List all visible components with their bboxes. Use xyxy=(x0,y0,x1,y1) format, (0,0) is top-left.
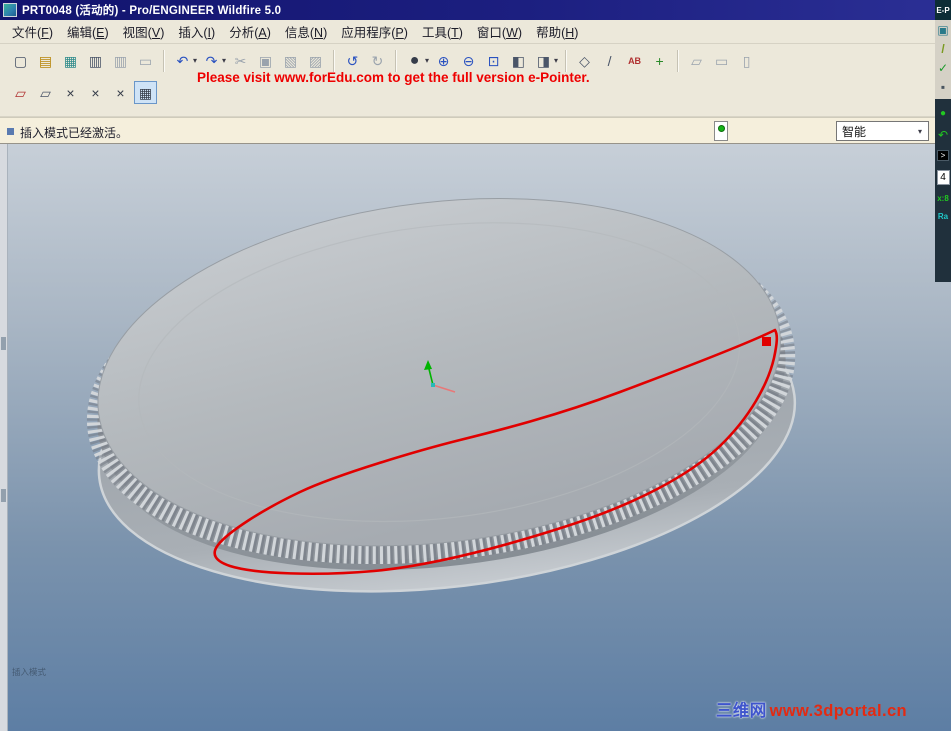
epointer-body: ● ↶ > 4 x:8 Ra xyxy=(935,99,951,282)
zoom-in-button[interactable]: ⊕ xyxy=(432,49,455,72)
undo-arrow-icon[interactable]: ↶ xyxy=(938,129,948,141)
chevron-down-icon[interactable]: ▾ xyxy=(554,56,558,65)
menu-file[interactable]: 文件(F) xyxy=(5,19,60,44)
datum-planes-toggle[interactable]: ◇ xyxy=(573,49,596,72)
toolbar-separator xyxy=(565,49,568,72)
regenerate-button[interactable]: ↺ xyxy=(341,49,364,72)
repaint-button[interactable]: ◧ xyxy=(507,49,530,72)
undo-button[interactable]: ↶ xyxy=(171,49,194,72)
app-icon xyxy=(3,3,17,17)
corner-trim-button[interactable]: × xyxy=(84,81,107,104)
rail-value-input[interactable]: 4 xyxy=(936,170,950,185)
sketch-plane-button[interactable]: ▱ xyxy=(9,81,32,104)
x-coordinate-label: x:8 xyxy=(937,194,949,203)
shading-mode-button[interactable]: ● xyxy=(403,49,426,72)
insert-mode-stamp: 插入模式 xyxy=(12,667,47,677)
chevron-down-icon[interactable]: ▾ xyxy=(193,56,197,65)
menu-analysis[interactable]: 分析(A) xyxy=(222,19,278,44)
open-button[interactable]: ▤ xyxy=(34,49,57,72)
datum-axes-toggle[interactable]: / xyxy=(598,49,621,72)
ra-label: Ra xyxy=(937,212,949,221)
check-icon[interactable]: ✓ xyxy=(938,62,948,74)
window-title: PRT0048 (活动的) - Pro/ENGINEER Wildfire 5.… xyxy=(22,5,282,17)
3d-viewport[interactable]: 插入模式 三维网 www.3dportal.cn xyxy=(8,144,951,731)
window-button-1[interactable]: ▱ xyxy=(685,49,708,72)
menu-tools[interactable]: 工具(T) xyxy=(415,19,470,44)
sketch-setup-button[interactable]: ▱ xyxy=(34,81,57,104)
left-edge-strip xyxy=(0,144,8,731)
cap-model-graphics xyxy=(71,162,812,627)
chevron-down-icon[interactable]: ▾ xyxy=(425,56,429,65)
spin-center-toggle[interactable]: + xyxy=(648,49,671,72)
cap-model[interactable] xyxy=(71,162,812,627)
window-button-3[interactable]: ▯ xyxy=(735,49,758,72)
green-light-icon xyxy=(718,125,725,132)
menu-edit[interactable]: 编辑(E) xyxy=(60,19,116,44)
site-watermark-name: 三维网 xyxy=(715,702,767,720)
menu-insert[interactable]: 插入(I) xyxy=(171,19,222,44)
print-button[interactable]: ▥ xyxy=(84,49,107,72)
redo-button[interactable]: ↷ xyxy=(200,49,223,72)
rail-tool-1[interactable]: ▣ xyxy=(937,24,948,36)
titlebar[interactable]: PRT0048 (活动的) - Pro/ENGINEER Wildfire 5.… xyxy=(0,0,951,20)
status-icon xyxy=(7,128,14,135)
menu-window[interactable]: 窗口(W) xyxy=(470,19,529,44)
window-button-2[interactable]: ▭ xyxy=(710,49,733,72)
rail-tool-4[interactable]: ▪ xyxy=(941,81,945,93)
refit-button[interactable]: ⊡ xyxy=(482,49,505,72)
annotations-toggle[interactable]: AB xyxy=(623,49,646,72)
toolbar-separator xyxy=(395,49,398,72)
toolbar-separator xyxy=(333,49,336,72)
chevron-down-icon[interactable]: ▾ xyxy=(918,127,926,136)
selection-filter-value: 智能 xyxy=(842,124,867,139)
delete-segment-button[interactable]: × xyxy=(59,81,82,104)
cut-button[interactable]: ✂ xyxy=(229,49,252,72)
chevron-down-icon[interactable]: ▾ xyxy=(222,56,226,65)
paste-special-button[interactable]: ▨ xyxy=(304,49,327,72)
record-light-icon[interactable]: ● xyxy=(940,108,946,120)
divide-entity-button[interactable]: × xyxy=(109,81,132,104)
pencil-icon[interactable]: / xyxy=(941,43,944,55)
strip-handle[interactable] xyxy=(1,489,6,502)
toolbar-separator xyxy=(677,49,680,72)
print-preview-button[interactable]: ▥ xyxy=(109,49,132,72)
sketch-view-button[interactable]: ▦ xyxy=(134,81,157,104)
application-window: PRT0048 (活动的) - Pro/ENGINEER Wildfire 5.… xyxy=(0,0,951,731)
zoom-out-button[interactable]: ⊖ xyxy=(457,49,480,72)
selection-filter-combo[interactable]: 智能 ▾ xyxy=(836,121,929,141)
epointer-panel: E-P ▣ / ✓ ▪ ● ↶ > 4 x:8 Ra xyxy=(935,0,951,318)
new-file-button[interactable]: ▢ xyxy=(9,49,32,72)
orientation-button[interactable]: ◨ xyxy=(532,49,555,72)
menu-view[interactable]: 视图(V) xyxy=(116,19,172,44)
paste-button[interactable]: ▧ xyxy=(279,49,302,72)
save-button[interactable]: ▦ xyxy=(59,49,82,72)
menubar: 文件(F) 编辑(E) 视图(V) 插入(I) 分析(A) 信息(N) 应用程序… xyxy=(0,20,951,44)
epointer-toolbar: ▣ / ✓ ▪ xyxy=(935,20,951,99)
prompt-box: > xyxy=(937,150,949,161)
message-bar: 插入模式已经激活。 智能 ▾ xyxy=(0,117,951,144)
plot-button[interactable]: ▭ xyxy=(134,49,157,72)
model-status-indicator[interactable] xyxy=(714,121,728,141)
auto-regenerate-button[interactable]: ↻ xyxy=(366,49,389,72)
strip-handle[interactable] xyxy=(1,337,6,350)
copy-button[interactable]: ▣ xyxy=(254,49,277,72)
toolbar-separator xyxy=(163,49,165,72)
curve-endpoint-handle[interactable] xyxy=(762,337,771,346)
site-watermark-url: www.3dportal.cn xyxy=(769,702,907,720)
epointer-title[interactable]: E-P xyxy=(935,0,951,20)
menu-help[interactable]: 帮助(H) xyxy=(529,19,585,44)
epointer-watermark-text: Please visit www.forEdu.com to get the f… xyxy=(197,70,590,85)
menu-info[interactable]: 信息(N) xyxy=(278,19,334,44)
menu-applications[interactable]: 应用程序(P) xyxy=(334,19,415,44)
site-watermark: 三维网 www.3dportal.cn xyxy=(716,697,907,721)
status-message: 插入模式已经激活。 xyxy=(20,126,129,140)
